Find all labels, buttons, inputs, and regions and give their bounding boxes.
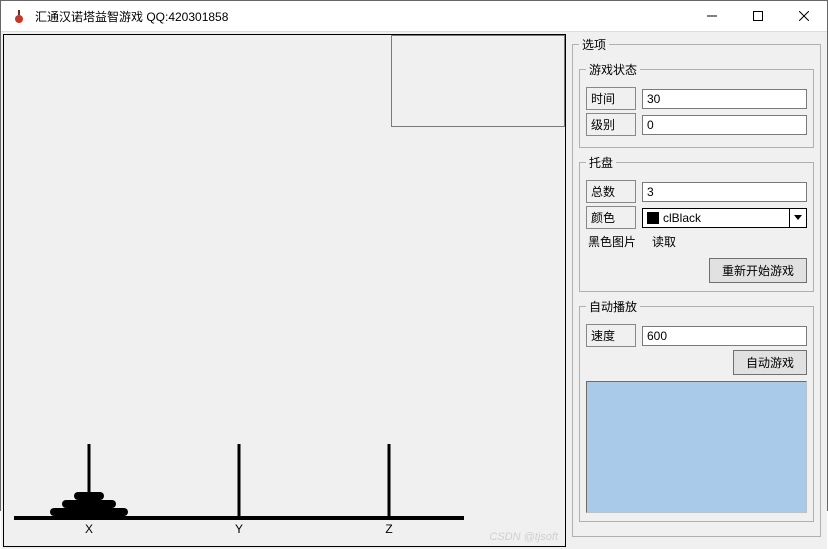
tray-legend: 托盘 [586, 154, 616, 171]
color-value: clBlack [663, 211, 789, 225]
total-label: 总数 [586, 180, 636, 203]
level-input[interactable] [642, 115, 807, 135]
peg-y-pole [238, 444, 241, 516]
peg-y-base [164, 516, 314, 520]
game-canvas-wrap: X Y Z CSDN @tjsoft [3, 34, 566, 547]
mini-preview-box [391, 35, 565, 127]
speed-input[interactable] [642, 326, 807, 346]
tray-group: 托盘 总数 颜色 clBlack [579, 154, 814, 292]
options-legend: 选项 [579, 36, 609, 53]
autoplay-preview [586, 381, 807, 513]
game-state-group: 游戏状态 时间 级别 [579, 61, 814, 148]
game-canvas[interactable]: X Y Z [3, 34, 566, 547]
color-combobox[interactable]: clBlack [642, 208, 807, 228]
window-title: 汇通汉诺塔益智游戏 QQ:420301858 [35, 8, 228, 25]
maximize-button[interactable] [735, 1, 781, 31]
maximize-icon [753, 11, 763, 21]
peg-z-pole [388, 444, 391, 516]
close-button[interactable] [781, 1, 827, 31]
peg-x-base [14, 516, 164, 520]
client-area: X Y Z CSDN @tjsoft [1, 32, 827, 549]
chevron-down-icon [789, 209, 806, 227]
disc-3[interactable] [50, 508, 128, 516]
disc-1[interactable] [74, 492, 104, 500]
total-input[interactable] [642, 182, 807, 202]
minimize-icon [707, 11, 717, 21]
options-group: 选项 游戏状态 时间 级别 托盘 总数 [572, 36, 821, 537]
app-icon [9, 6, 29, 26]
level-label: 级别 [586, 113, 636, 136]
speed-label: 速度 [586, 324, 636, 347]
peg-z-base [314, 516, 464, 520]
read-label[interactable]: 读取 [652, 233, 676, 250]
peg-x-label: X [14, 522, 164, 536]
auto-game-button[interactable]: 自动游戏 [733, 350, 807, 375]
autoplay-legend: 自动播放 [586, 298, 640, 315]
autoplay-group: 自动播放 速度 自动游戏 [579, 298, 814, 522]
color-swatch [647, 212, 659, 224]
minimize-button[interactable] [689, 1, 735, 31]
peg-z-label: Z [314, 522, 464, 536]
close-icon [799, 11, 809, 21]
color-label: 颜色 [586, 206, 636, 229]
peg-area: X Y Z [4, 438, 565, 538]
time-input[interactable] [642, 89, 807, 109]
disc-2[interactable] [62, 500, 116, 508]
game-state-legend: 游戏状态 [586, 61, 640, 78]
black-image-label[interactable]: 黑色图片 [588, 233, 636, 250]
peg-y-label: Y [164, 522, 314, 536]
restart-button[interactable]: 重新开始游戏 [709, 258, 807, 283]
titlebar: 汇通汉诺塔益智游戏 QQ:420301858 [1, 1, 827, 32]
time-label: 时间 [586, 87, 636, 110]
options-panel: 选项 游戏状态 时间 级别 托盘 总数 [568, 32, 827, 549]
app-window: 汇通汉诺塔益智游戏 QQ:420301858 [0, 0, 828, 511]
